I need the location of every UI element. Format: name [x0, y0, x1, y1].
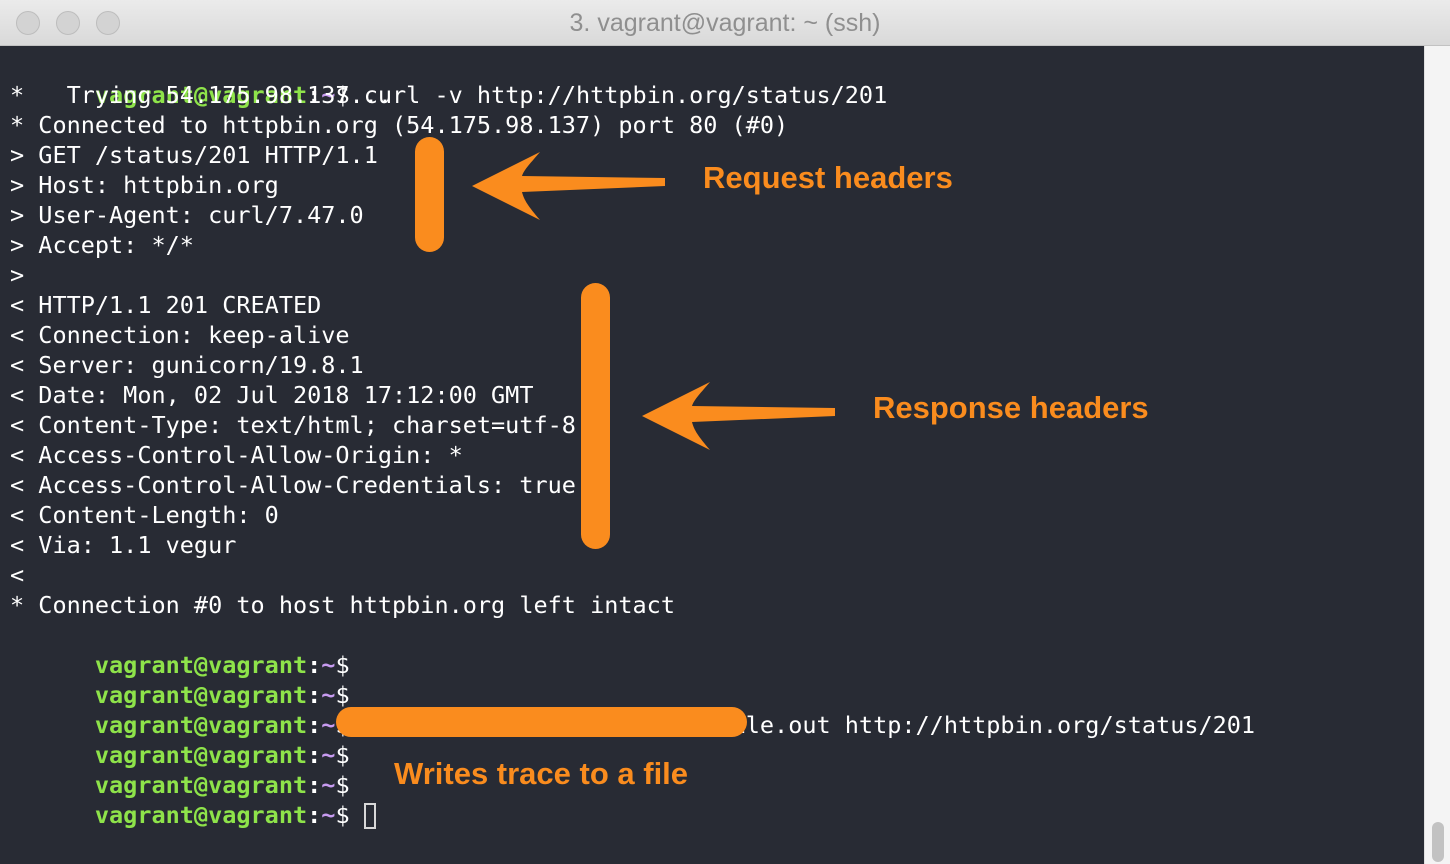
request-headers-label: Request headers	[703, 160, 953, 195]
terminal-window: 3. vagrant@vagrant: ~ (ssh) vagrant@vagr…	[0, 0, 1450, 864]
annotation-arrows	[472, 152, 835, 450]
response-arrow-icon	[642, 382, 835, 450]
request-arrow-icon	[472, 152, 665, 220]
response-headers-label: Response headers	[873, 390, 1149, 425]
trace-file-label: Writes trace to a file	[394, 756, 689, 791]
